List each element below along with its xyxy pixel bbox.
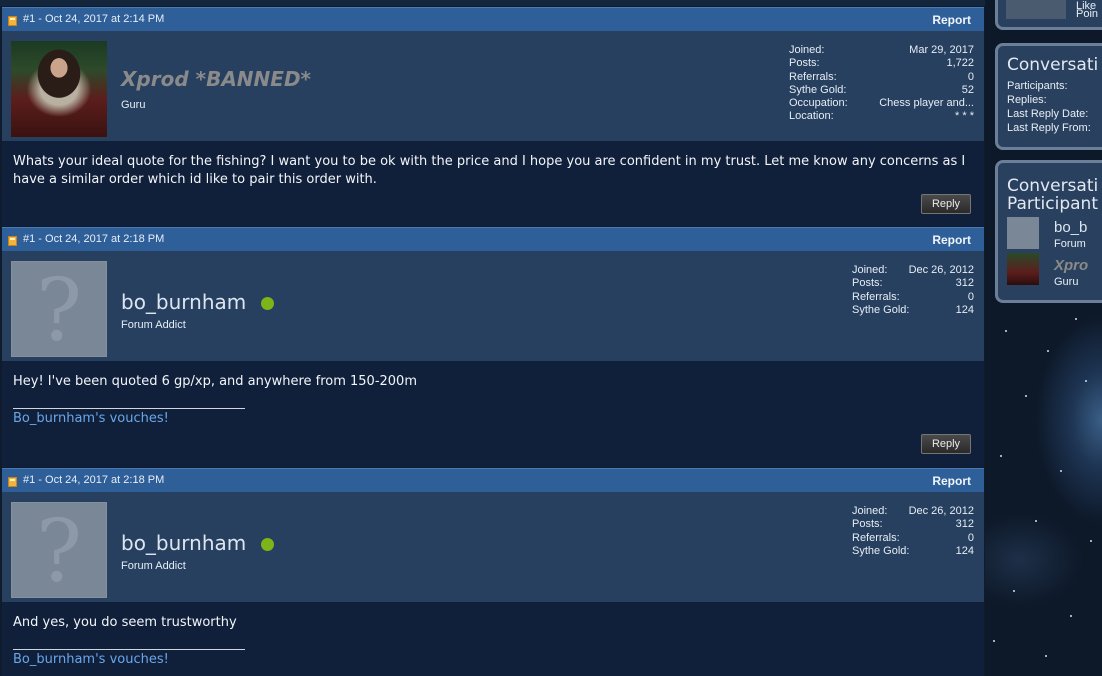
participants-title: Conversati Participant <box>1007 176 1099 214</box>
avatar[interactable] <box>11 41 107 137</box>
report-link[interactable]: Report <box>932 13 971 27</box>
user-title: Forum Addict <box>121 319 186 331</box>
participant-title: Guru <box>1054 276 1079 288</box>
participant-name[interactable]: bo_b <box>1054 219 1087 236</box>
conversation-participants-box: Conversati Participant bo_b Forum Xpro Gu… <box>995 160 1102 303</box>
post-pin-icon <box>8 477 17 487</box>
post-body: Hey! I've been quoted 6 gp/xp, and anywh… <box>2 361 984 467</box>
signature-vouches-link[interactable]: Bo_burnham's vouches! <box>13 651 169 669</box>
sidebar-stats-box: Like Poin <box>995 0 1102 30</box>
participant-avatar[interactable] <box>1007 253 1039 285</box>
participant-title: Forum <box>1054 238 1086 250</box>
signature-divider <box>13 649 245 650</box>
top-strip <box>0 0 985 6</box>
report-link[interactable]: Report <box>932 233 971 247</box>
user-title: Guru <box>121 99 146 111</box>
username[interactable]: bo_burnham <box>121 290 246 314</box>
avatar <box>1006 0 1066 19</box>
post-xprod: #1 - Oct 24, 2017 at 2:14 PM Report Xpro… <box>0 7 985 226</box>
user-title: Forum Addict <box>121 560 186 572</box>
post-pin-icon <box>8 236 17 246</box>
reply-button[interactable]: Reply <box>921 434 971 454</box>
points-label: Poin <box>1076 8 1099 20</box>
default-avatar-icon: ? <box>35 502 83 602</box>
username[interactable]: Xprod *BANNED* <box>121 67 311 91</box>
post-header: #1 - Oct 24, 2017 at 2:14 PM Report <box>2 7 984 31</box>
participant-avatar[interactable] <box>1007 217 1039 249</box>
post-body: Whats your ideal quote for the fishing? … <box>2 141 984 226</box>
posts-column: #1 - Oct 24, 2017 at 2:14 PM Report Xpro… <box>0 0 985 676</box>
user-stats: Joined: Dec 26, 2012 Posts: 312 Referrals:… <box>852 264 974 316</box>
post-bo-burnham-2: #1 - Oct 24, 2017 at 2:18 PM Report ? bo… <box>0 468 985 676</box>
user-info: Xprod *BANNED* Guru Joined: Mar 29, 2017 … <box>2 31 984 141</box>
post-body: And yes, you do seem trustworthy Bo_burn… <box>2 602 984 676</box>
reply-button[interactable]: Reply <box>921 194 971 214</box>
post-pin-icon <box>8 16 17 26</box>
online-status-icon <box>261 538 274 551</box>
user-stats: Joined: Dec 26, 2012 Posts: 312 Referrals:… <box>852 505 974 557</box>
avatar[interactable]: ? <box>11 502 107 598</box>
post-message: Whats your ideal quote for the fishing? … <box>13 154 966 187</box>
default-avatar-icon: ? <box>35 261 83 361</box>
participants-label: Participants: <box>1007 80 1068 92</box>
avatar[interactable]: ? <box>11 261 107 357</box>
replies-label: Replies: <box>1007 94 1047 106</box>
user-stats: Joined: Mar 29, 2017 Posts: 1,722 Referral… <box>789 44 974 123</box>
signature-vouches-link[interactable]: Bo_burnham's vouches! <box>13 410 169 428</box>
post-bo-burnham-1: #1 - Oct 24, 2017 at 2:18 PM Report ? bo… <box>0 227 985 467</box>
username[interactable]: bo_burnham <box>121 531 246 555</box>
last-reply-from-label: Last Reply From: <box>1007 122 1091 134</box>
conversation-info-title: Conversati <box>1007 55 1099 75</box>
post-message: And yes, you do seem trustworthy <box>13 615 237 630</box>
last-reply-date-label: Last Reply Date: <box>1007 108 1089 120</box>
participant-name[interactable]: Xpro <box>1054 257 1088 274</box>
signature-divider <box>13 408 245 409</box>
post-date[interactable]: #1 - Oct 24, 2017 at 2:18 PM <box>23 474 164 486</box>
post-date[interactable]: #1 - Oct 24, 2017 at 2:18 PM <box>23 233 164 245</box>
post-header: #1 - Oct 24, 2017 at 2:18 PM Report <box>2 468 984 492</box>
conversation-info-box: Conversati Participants: Replies: Last R… <box>995 43 1102 150</box>
online-status-icon <box>261 297 274 310</box>
sidebar: Like Poin Conversati Participants: Repli… <box>985 0 1102 676</box>
post-message: Hey! I've been quoted 6 gp/xp, and anywh… <box>13 374 417 389</box>
user-info: ? bo_burnham Forum Addict Joined: Dec 26,… <box>2 251 984 361</box>
report-link[interactable]: Report <box>932 474 971 488</box>
post-date[interactable]: #1 - Oct 24, 2017 at 2:14 PM <box>23 13 164 25</box>
post-header: #1 - Oct 24, 2017 at 2:18 PM Report <box>2 227 984 251</box>
user-info: ? bo_burnham Forum Addict Joined: Dec 26,… <box>2 492 984 602</box>
